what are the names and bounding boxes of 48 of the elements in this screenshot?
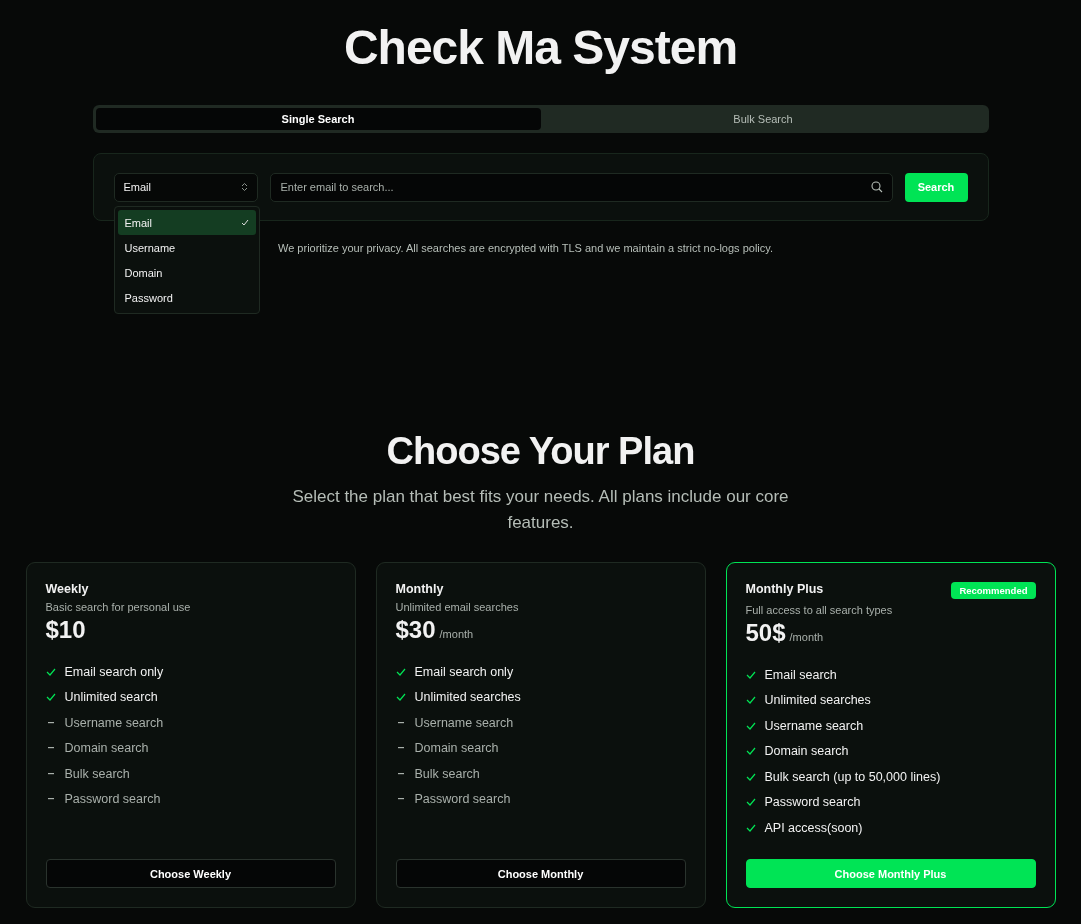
search-type-select[interactable]: Email bbox=[113, 172, 258, 202]
plan-name: Weekly bbox=[45, 582, 89, 596]
choose-plan-button[interactable]: Choose Monthly bbox=[395, 859, 686, 888]
feature-text: Password search bbox=[414, 792, 511, 807]
feature-text: Unlimited searches bbox=[764, 693, 871, 708]
search-tab[interactable]: Bulk Search bbox=[540, 108, 986, 130]
dropdown-option[interactable]: Password bbox=[117, 285, 256, 310]
feature-text: Username search bbox=[64, 715, 164, 730]
feature-text: Email search only bbox=[414, 664, 514, 679]
feature-text: Unlimited searches bbox=[414, 690, 521, 705]
feature-text: Bulk search bbox=[414, 766, 480, 781]
feature-text: Username search bbox=[414, 715, 514, 730]
chevron-updown-icon bbox=[240, 182, 248, 192]
feature-text: Domain search bbox=[414, 741, 499, 756]
dropdown-option[interactable]: Domain bbox=[117, 260, 256, 285]
plan-name: Monthly bbox=[395, 582, 444, 596]
search-tab[interactable]: Single Search bbox=[95, 108, 541, 130]
feature-text: Bulk search (up to 50,000 lines) bbox=[764, 769, 941, 784]
plan-description: Full access to all search types bbox=[745, 604, 894, 616]
feature-text: Domain search bbox=[64, 741, 149, 756]
feature-text: Email search only bbox=[64, 664, 164, 679]
dropdown-option[interactable]: Email bbox=[117, 210, 256, 235]
feature-text: Unlimited search bbox=[64, 690, 158, 705]
plan-price: 50$ bbox=[745, 619, 786, 647]
choose-plan-button[interactable]: Choose Weekly bbox=[45, 859, 336, 888]
search-field[interactable]: Enter email to search... bbox=[269, 172, 893, 202]
recommended-badge: Recommended bbox=[951, 582, 1036, 599]
feature-text: Password search bbox=[64, 792, 161, 807]
plan-price: $30 bbox=[395, 616, 436, 644]
plan-description: Basic search for personal use bbox=[45, 601, 192, 613]
plan-price: $10 bbox=[45, 616, 86, 644]
privacy-note: We prioritize your privacy. All searches are encrypted with TLS and we maintain a strict no-logs policy. bbox=[277, 242, 773, 254]
plan-description: Unlimited email searches bbox=[395, 601, 520, 613]
plan-name: Monthly Plus bbox=[745, 582, 824, 596]
dropdown-option[interactable]: Username bbox=[117, 235, 256, 260]
feature-text: Domain search bbox=[764, 744, 849, 759]
feature-text: Email search bbox=[764, 667, 837, 682]
page-title: Check Ma System bbox=[343, 20, 738, 76]
price-period: /month bbox=[789, 631, 824, 643]
feature-text: Bulk search bbox=[64, 766, 130, 781]
price-period: /month bbox=[439, 628, 474, 640]
feature-text: Username search bbox=[764, 718, 864, 733]
feature-text: API access(soon) bbox=[764, 820, 863, 835]
feature-text: Password search bbox=[764, 795, 861, 810]
section-subtitle: Select the plan that best fits your needs. All plans include our core features. bbox=[291, 486, 790, 534]
check-icon bbox=[240, 219, 249, 226]
search-icon bbox=[870, 180, 883, 193]
section-heading: Choose Your Plan bbox=[386, 429, 695, 474]
